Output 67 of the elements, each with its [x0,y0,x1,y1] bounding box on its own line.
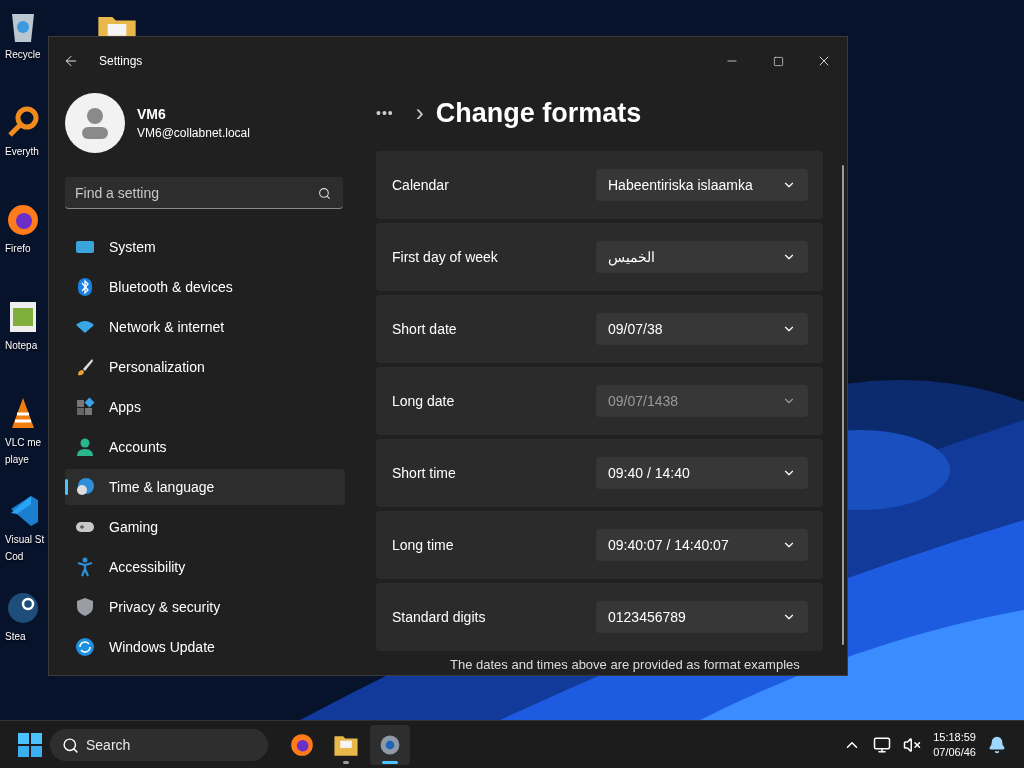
firefox-icon[interactable] [289,731,315,758]
nav-item[interactable]: Bluetooth & devices [65,269,345,305]
selection-indicator [65,479,68,495]
account-email: VM6@collabnet.local [137,126,250,140]
update-icon [75,637,95,657]
icon-label: Stea [5,630,26,643]
running-indicator [382,760,398,764]
search-icon [62,736,79,754]
note-text: The dates and times above are provided as format examples [450,657,801,672]
search-icon [318,187,331,200]
setting-label: Short time [392,465,457,481]
icon-label: Visual St [5,533,45,546]
breadcrumb-separator: › [415,99,424,127]
icon-label: Firefo [5,242,31,255]
brush-icon [75,357,95,377]
setting-label: Long time [392,537,455,553]
icon-label: Everyth [5,145,39,158]
bluetooth-icon [75,277,95,297]
taskbar-app[interactable] [370,724,410,765]
volume-icon[interactable] [903,735,922,754]
steam-icon[interactable] [5,590,41,626]
network-icon[interactable] [873,735,892,754]
shield-icon [75,597,95,617]
windows-logo-icon[interactable] [18,732,42,757]
window-title: Settings [99,54,144,68]
person-icon [75,437,95,457]
setting-label: Calendar [392,177,450,193]
page-title: Change formats [435,97,642,129]
more-button[interactable]: ••• [376,105,394,121]
setting-label: Short date [392,321,458,337]
setting-label: First day of week [392,249,499,265]
icon-label: Notepa [5,339,38,352]
dropdown[interactable]: Habeentiriska islaamka [596,169,808,201]
nav-item[interactable]: Accessibility [65,549,345,585]
icon-label: VLC me [5,436,42,449]
icon-label: Recycle [5,48,41,61]
nav-item[interactable]: System [65,229,345,265]
accessibility-icon [75,557,95,577]
dropdown[interactable]: 09/07/38 [596,313,808,345]
avatar-icon [65,93,125,153]
nav-item[interactable]: Personalization [65,349,345,385]
setting-label: Standard digits [392,609,487,625]
nav-item[interactable]: Privacy & security [65,589,345,625]
maximize-icon [772,55,784,67]
nav-item[interactable]: Apps [65,389,345,425]
nav-item[interactable]: Gaming [65,509,345,545]
dropdown[interactable]: 09:40 / 14:40 [596,457,808,489]
taskbar-search[interactable]: Search [50,728,268,761]
account-name: VM6 [137,106,167,122]
nav-item[interactable]: Time & language [65,469,345,505]
nav-item[interactable]: Windows Update [65,629,345,665]
apps-icon [75,397,95,417]
icon-label: Cod [5,550,24,563]
nav-item[interactable]: Network & internet [65,309,345,345]
dropdown[interactable]: 09:40:07 / 14:40:07 [596,529,808,561]
dropdown[interactable]: الخميس [596,241,808,273]
icon-label: playe [5,453,29,466]
running-indicator [343,760,349,764]
back-icon[interactable] [63,53,79,69]
nav-item[interactable]: Accounts [65,429,345,465]
notification-icon[interactable] [988,735,1006,754]
scrollbar[interactable] [842,165,844,645]
setting-label: Long date [392,393,456,409]
clock[interactable]: 15:18:59 07/06/46 [933,729,976,760]
firefox-icon[interactable] [5,202,41,238]
search-field[interactable]: Find a setting [65,177,343,209]
dropdown[interactable]: 0123456789 [596,601,808,633]
